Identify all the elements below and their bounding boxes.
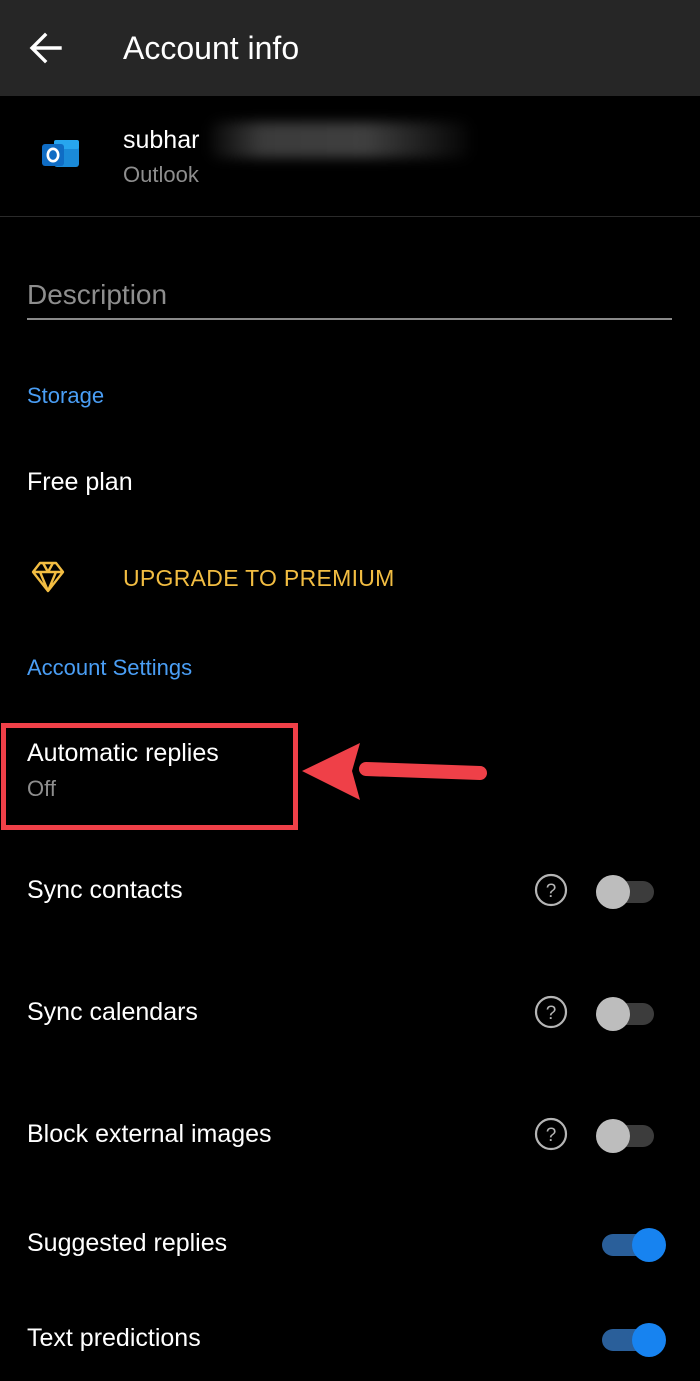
setting-row-block-external-images[interactable]: Block external images ? xyxy=(0,1097,700,1177)
account-type: Outlook xyxy=(123,162,199,187)
account-settings-header: Account Settings xyxy=(27,655,193,680)
storage-header: Storage xyxy=(27,383,105,408)
suggested-replies-toggle[interactable] xyxy=(596,1227,666,1263)
divider xyxy=(0,216,700,217)
upgrade-label: UPGRADE TO PREMIUM xyxy=(123,565,395,591)
setting-label: Sync contacts xyxy=(27,876,183,904)
setting-label: Suggested replies xyxy=(27,1229,228,1257)
setting-row-text-predictions[interactable]: Text predictions xyxy=(0,1301,700,1381)
toggle-thumb xyxy=(632,1228,666,1262)
outlook-icon xyxy=(42,140,79,167)
text-predictions-toggle[interactable] xyxy=(596,1322,666,1358)
toggle-thumb xyxy=(632,1323,666,1357)
redacted-email xyxy=(210,122,470,158)
account-email: subhar xyxy=(123,126,200,154)
diamond-icon xyxy=(31,561,65,593)
setting-label: Sync calendars xyxy=(27,998,198,1026)
svg-text:?: ? xyxy=(546,1125,557,1146)
help-icon[interactable]: ? xyxy=(534,1117,568,1151)
plan-label: Free plan xyxy=(27,468,133,496)
back-button[interactable] xyxy=(26,28,66,68)
sync-calendars-toggle[interactable] xyxy=(596,996,658,1032)
sync-contacts-toggle[interactable] xyxy=(596,874,658,910)
upgrade-premium-button[interactable]: UPGRADE TO PREMIUM xyxy=(0,548,700,612)
svg-text:?: ? xyxy=(546,1003,557,1024)
account-row[interactable]: subhar Outlook xyxy=(0,96,700,216)
arrow-left-icon xyxy=(29,32,62,64)
setting-label: Block external images xyxy=(27,1120,272,1148)
toggle-thumb xyxy=(596,1119,630,1153)
annotation-highlight-box xyxy=(1,723,298,830)
toggle-thumb xyxy=(596,875,630,909)
block-external-images-toggle[interactable] xyxy=(596,1118,658,1154)
app-bar: Account info xyxy=(0,0,700,96)
setting-label: Text predictions xyxy=(27,1324,201,1352)
setting-row-suggested-replies[interactable]: Suggested replies xyxy=(0,1206,700,1286)
annotation-arrow-icon xyxy=(302,743,487,800)
page-title: Account info xyxy=(123,30,300,66)
help-icon[interactable]: ? xyxy=(534,873,568,907)
setting-row-sync-contacts[interactable]: Sync contacts ? xyxy=(0,853,700,933)
description-input[interactable] xyxy=(27,272,672,320)
setting-row-sync-calendars[interactable]: Sync calendars ? xyxy=(0,975,700,1055)
help-icon[interactable]: ? xyxy=(534,995,568,1029)
toggle-thumb xyxy=(596,997,630,1031)
svg-text:?: ? xyxy=(546,881,557,902)
